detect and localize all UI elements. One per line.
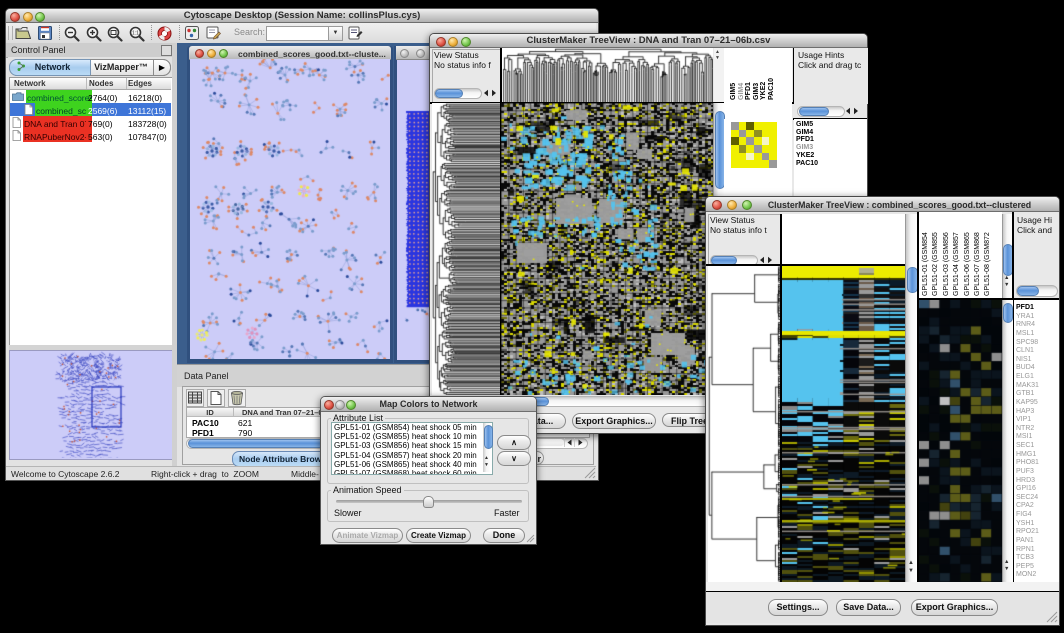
svg-text:1:1: 1:1 — [132, 30, 139, 36]
